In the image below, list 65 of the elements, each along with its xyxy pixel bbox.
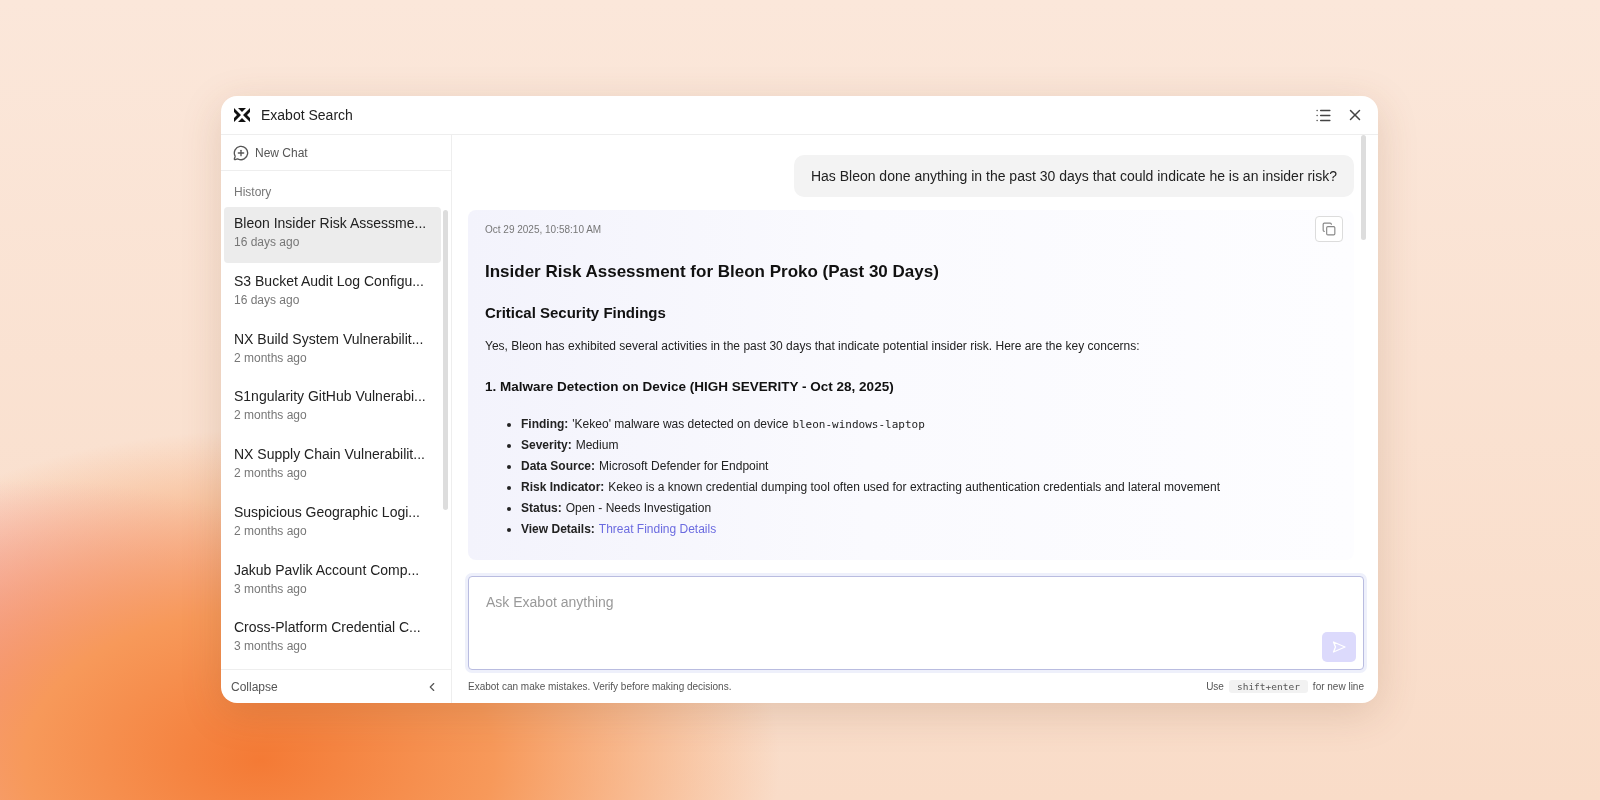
history-item-title: Suspicious Geographic Logi... bbox=[234, 503, 421, 520]
hint-text: Use bbox=[1206, 681, 1224, 692]
send-icon bbox=[1332, 641, 1346, 653]
history-item-title: S1ngularity GitHub Vulnerabi... bbox=[234, 388, 427, 405]
bullet-label: Risk Indicator: bbox=[521, 479, 605, 496]
history-item[interactable]: NX Build System Vulnerabilit... 2 months ago bbox=[224, 322, 441, 379]
section-heading: Critical Security Findings bbox=[485, 304, 667, 321]
history-item-title: Jakub Pavlik Account Comp... bbox=[234, 561, 421, 578]
bullet-text: Kekeo is a known credential dumping tool often used for extracting authentication credentials and lateral movement bbox=[608, 479, 1221, 496]
bullet-icon bbox=[507, 422, 511, 427]
history-item-title: NX Supply Chain Vulnerabilit... bbox=[234, 446, 426, 462]
bullet-text: 'Kekeo' malware was detected on device bbox=[572, 416, 789, 433]
history-item[interactable]: Cross-Platform Credential C... 3 months ago bbox=[224, 611, 441, 667]
window-title: Exabot Search bbox=[261, 107, 353, 123]
bullet-icon bbox=[507, 506, 511, 511]
history-item-time: 2 months ago bbox=[234, 466, 308, 480]
bullet-text: Open - Needs Investigation bbox=[565, 500, 712, 517]
message-input[interactable]: Ask Exabot anything bbox=[468, 576, 1364, 670]
history-item-title: Cross-Platform Credential C... bbox=[234, 619, 422, 636]
history-item-title: S3 Bucket Audit Log Configu... bbox=[234, 272, 425, 289]
history-item-time: 16 days ago bbox=[234, 292, 301, 307]
history-item[interactable]: Bleon Insider Risk Assessme... 16 days ago bbox=[224, 207, 441, 263]
bullet-label: View Details: bbox=[521, 521, 595, 538]
hint-text: for new line bbox=[1312, 681, 1364, 692]
history-item-time: 3 months ago bbox=[234, 639, 308, 654]
history-item-time: 3 months ago bbox=[234, 581, 308, 596]
new-chat-button[interactable]: New Chat bbox=[221, 135, 451, 171]
bullet-label: Data Source: bbox=[521, 458, 596, 475]
intro-paragraph: Yes, Bleon has exhibited several activities in the past 30 days that indicate potential insider risk. Here are the key concerns: bbox=[485, 339, 1141, 353]
history-item-title: Bleon Insider Risk Assessme... bbox=[234, 215, 428, 231]
history-item[interactable]: NX Supply Chain Vulnerabilit... 2 months ago bbox=[224, 438, 441, 494]
bullet-label: Status: bbox=[521, 500, 562, 517]
finding-heading: 1. Malware Detection on Device (HIGH SEVERITY - Oct 28, 2025) bbox=[485, 379, 895, 394]
bullet-icon bbox=[507, 443, 511, 448]
device-name: bleon-windows-laptop bbox=[792, 417, 925, 433]
details-link[interactable]: Threat Finding Details bbox=[598, 519, 717, 540]
history-item-title: NX Build System Vulnerabilit... bbox=[234, 330, 425, 347]
history-item-time: 2 months ago bbox=[234, 408, 308, 423]
disclaimer-text: Exabot can make mistakes. Verify before making decisions. bbox=[468, 681, 732, 692]
bullet-icon bbox=[507, 464, 511, 469]
scrollbar[interactable] bbox=[1361, 135, 1366, 240]
timestamp: Oct 29 2025, 10:58:10 AM bbox=[485, 223, 602, 235]
scrollbar[interactable] bbox=[443, 210, 448, 510]
history-item-time: 2 months ago bbox=[234, 350, 308, 365]
history-item[interactable]: S3 Bucket Audit Log Configu... 16 days ago bbox=[224, 264, 441, 321]
history-item[interactable]: Suspicious Geographic Logi... 2 months ago bbox=[224, 495, 441, 552]
bullet-label: Finding: bbox=[521, 416, 569, 433]
bullet-text: Microsoft Defender for Endpoint bbox=[599, 458, 769, 475]
history-label: History bbox=[233, 184, 273, 201]
logo-icon bbox=[233, 107, 251, 123]
bullet-label: Severity: bbox=[521, 437, 572, 454]
copy-button[interactable] bbox=[1315, 216, 1343, 242]
response-title: Insider Risk Assessment for Bleon Proko (Past 30 Days) bbox=[485, 262, 940, 282]
chat-plus-icon bbox=[233, 144, 249, 161]
history-item-time: 2 months ago bbox=[234, 523, 308, 538]
bullet-icon bbox=[507, 485, 511, 490]
keyboard-shortcut: shift+enter bbox=[1228, 680, 1308, 693]
history-item[interactable]: S1ngularity GitHub Vulnerabi... 2 months ago bbox=[224, 380, 441, 436]
copy-icon bbox=[1322, 222, 1336, 236]
bullet-text: Medium bbox=[575, 437, 619, 454]
collapse-button[interactable]: Collapse bbox=[221, 669, 451, 703]
user-message: Has Bleon done anything in the past 30 days that could indicate he is an insider risk? bbox=[793, 155, 1354, 197]
bullet-icon bbox=[507, 527, 511, 532]
history-item[interactable]: Jakub Pavlik Account Comp... 3 months ago bbox=[224, 553, 441, 610]
history-item-time: 16 days ago bbox=[234, 235, 301, 249]
